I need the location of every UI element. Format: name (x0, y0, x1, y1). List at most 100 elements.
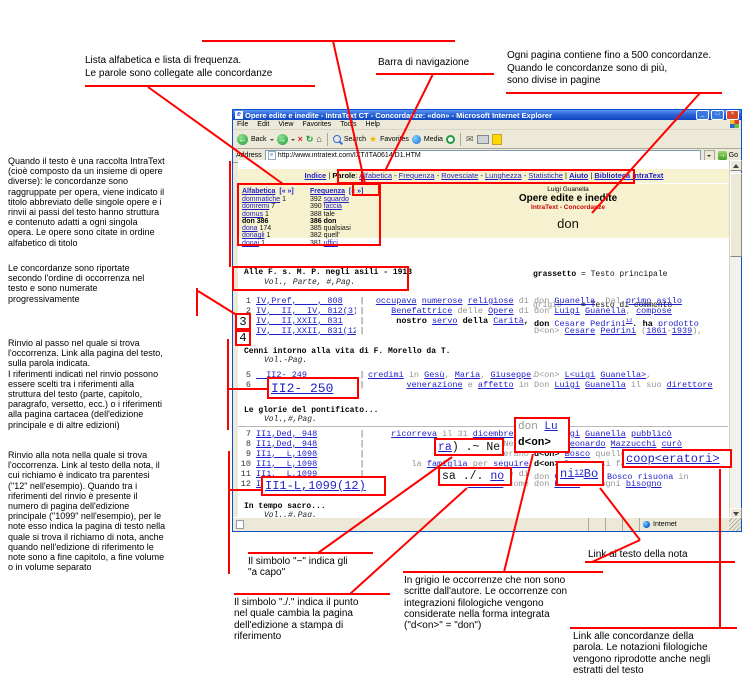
link[interactable]: risuona (638, 472, 674, 479)
link[interactable]: Leonardo (565, 439, 606, 449)
menu-item-view[interactable]: View (278, 121, 293, 128)
link[interactable]: 1939 (672, 326, 692, 336)
link[interactable]: Guanella (585, 306, 626, 316)
history-icon[interactable] (446, 135, 455, 144)
link[interactable]: faccia (324, 203, 342, 210)
menu-item-help[interactable]: Help (366, 121, 380, 128)
link[interactable]: religiose (468, 296, 514, 306)
ref-link[interactable]: IV, II, IV, 812(3) (256, 306, 356, 316)
link[interactable]: coop<eratori> (626, 452, 720, 466)
link[interactable]: Guanella (554, 296, 595, 306)
menu-item-file[interactable]: File (237, 121, 248, 128)
edit-icon[interactable] (492, 134, 502, 145)
link[interactable]: asilo (656, 296, 682, 306)
frequency-list-header[interactable]: Frequenza [« »] (310, 187, 394, 196)
link[interactable]: domus (242, 211, 263, 218)
refresh-icon[interactable]: ↻ (306, 134, 314, 145)
link[interactable]: dommatiche (242, 196, 280, 203)
link[interactable]: Guanella (585, 380, 626, 390)
link[interactable]: Luigi (554, 380, 580, 390)
link[interactable]: Carità (493, 316, 524, 326)
link[interactable]: II2- 250 (271, 381, 333, 396)
link[interactable]: Statistiche (528, 171, 563, 180)
link[interactable]: ra (438, 441, 452, 454)
search-icon[interactable] (333, 135, 341, 143)
home-icon[interactable]: ⌂ (316, 134, 321, 145)
link[interactable]: L<uigi (565, 370, 596, 380)
link[interactable]: dona (242, 225, 258, 232)
menu-item-edit[interactable]: Edit (257, 121, 269, 128)
link[interactable]: 1861 (646, 326, 666, 336)
media-label[interactable]: Media (424, 136, 443, 143)
link[interactable]: II1-L,1099(12) (265, 479, 366, 493)
link[interactable]: Biblioteca IntraText (594, 171, 663, 180)
ref-link[interactable]: II1, L,1098 (256, 459, 356, 469)
link[interactable]: direttore (667, 380, 713, 390)
ref-link[interactable]: IV, II,XXII, 831 (256, 316, 356, 326)
link[interactable]: numerose (422, 296, 463, 306)
maximize-button[interactable]: □ (711, 110, 724, 120)
favorites-label[interactable]: Favorites (380, 136, 409, 143)
print-icon[interactable] (477, 135, 489, 144)
link[interactable]: no (490, 470, 504, 483)
link[interactable]: Alfabetica (242, 188, 275, 195)
go-button[interactable]: → Go (718, 151, 738, 160)
link[interactable]: domremi (242, 203, 269, 210)
link[interactable]: Luigi (554, 306, 580, 316)
menu-item-favorites[interactable]: Favorites (302, 121, 331, 128)
link[interactable]: credimi (368, 370, 404, 380)
link[interactable]: occupava (376, 296, 417, 306)
link[interactable]: sguardo (324, 196, 349, 203)
link[interactable]: Frequenza (399, 171, 435, 180)
back-dropdown-icon[interactable] (270, 139, 274, 143)
menu-item-tools[interactable]: Tools (340, 121, 356, 128)
link[interactable]: Gesù (424, 370, 444, 380)
link[interactable]: Indice (305, 171, 327, 180)
media-icon[interactable] (412, 135, 421, 144)
link[interactable]: Frequenza (310, 188, 345, 195)
favorites-icon[interactable]: ★ (369, 134, 377, 145)
link[interactable]: Cesare (565, 326, 596, 336)
link[interactable]: Lunghezza (485, 171, 522, 180)
ref-link[interactable]: IV, II,XXII, 831(12) (256, 326, 356, 336)
link[interactable]: pubblicò (631, 429, 672, 439)
forward-icon[interactable]: → (277, 134, 288, 145)
link[interactable]: Mazzucchi (611, 439, 657, 449)
ref-link[interactable]: II1,Ded, 948 (256, 429, 356, 439)
address-url[interactable]: http://www.intratext.com/IXT/ITA0614/D1.… (278, 152, 421, 159)
link[interactable]: ni (560, 467, 574, 481)
stop-icon[interactable]: × (298, 134, 303, 145)
link[interactable]: donagli (242, 232, 265, 239)
alphabetical-list-header[interactable]: Alfabetica [« »] (242, 187, 308, 196)
minimize-button[interactable]: _ (696, 110, 709, 120)
link[interactable]: Maria (455, 370, 481, 380)
link[interactable]: affetto (478, 380, 514, 390)
link[interactable]: donai (242, 240, 259, 247)
link[interactable]: curò (662, 439, 682, 449)
close-button[interactable]: × (726, 110, 739, 120)
back-icon[interactable]: ← (237, 134, 248, 145)
link[interactable]: Bosco (607, 472, 633, 479)
title-bar[interactable]: e Opere edite e inedite - IntraText CT -… (233, 110, 741, 120)
scrollbar-thumb[interactable] (730, 173, 742, 257)
ref-link[interactable]: II1, L,1098 (256, 449, 356, 459)
link[interactable]: 12 (574, 470, 583, 478)
link[interactable]: ricorreva (391, 429, 437, 439)
link[interactable]: compose (636, 306, 672, 316)
search-label[interactable]: Search (344, 136, 366, 143)
link[interactable]: Pedrini (590, 319, 626, 326)
link[interactable]: Guanella> (600, 370, 646, 380)
link[interactable]: prodotto (658, 319, 699, 326)
link[interactable]: Cesare (554, 319, 585, 326)
link[interactable]: Giuseppe (490, 370, 531, 380)
mail-icon[interactable]: ✉ (466, 134, 474, 145)
resize-grip[interactable] (729, 518, 741, 531)
link[interactable]: bisogno (626, 479, 662, 489)
ref-link[interactable]: II1,Ded, 948 (256, 439, 356, 449)
scroll-up-button[interactable] (730, 160, 742, 171)
ref-link[interactable]: IV,Pref, , 808 (256, 296, 356, 306)
link[interactable]: Alfabetica (359, 171, 392, 180)
link[interactable]: Opere (488, 306, 514, 316)
forward-dropdown-icon[interactable] (291, 139, 295, 143)
back-label[interactable]: Back (251, 136, 267, 143)
